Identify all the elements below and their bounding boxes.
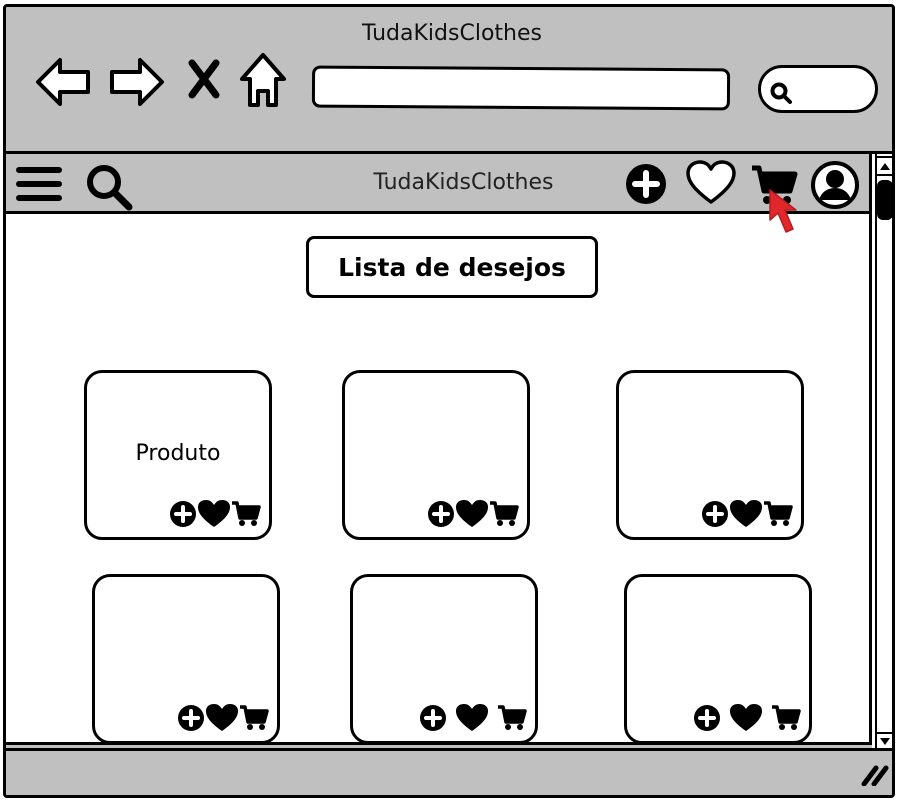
plus-circle-icon[interactable] xyxy=(169,500,197,528)
plus-circle-icon[interactable] xyxy=(419,704,447,732)
cart-icon[interactable] xyxy=(231,501,261,527)
status-bar xyxy=(6,748,892,795)
app-title: TudaKidsClothes xyxy=(373,170,554,195)
url-input[interactable] xyxy=(311,65,731,111)
product-actions xyxy=(701,499,793,529)
plus-circle-icon[interactable] xyxy=(693,704,721,732)
window-title: TudaKidsClothes xyxy=(362,21,542,46)
cart-icon[interactable] xyxy=(497,705,527,731)
arrow-right-icon xyxy=(108,55,166,109)
browser-search-field[interactable] xyxy=(758,65,878,113)
search-icon xyxy=(769,80,795,110)
product-card[interactable] xyxy=(616,370,804,540)
scroll-up-button[interactable] xyxy=(875,156,892,176)
app-search-button[interactable] xyxy=(84,162,134,212)
cart-icon[interactable] xyxy=(489,501,519,527)
product-actions xyxy=(169,499,261,529)
scroll-thumb[interactable] xyxy=(877,180,892,220)
heart-icon[interactable] xyxy=(729,499,763,529)
page-viewport: TudaKidsClothes Lista de desejos Produto xyxy=(6,151,872,745)
user-avatar-icon xyxy=(810,160,860,210)
product-label: Produto xyxy=(135,441,221,466)
close-icon xyxy=(186,59,222,99)
heart-outline-icon xyxy=(686,160,736,206)
cart-icon[interactable] xyxy=(771,705,801,731)
product-actions xyxy=(693,703,801,733)
plus-circle-icon xyxy=(624,162,668,206)
plus-circle-icon[interactable] xyxy=(177,704,205,732)
product-card[interactable] xyxy=(92,574,280,742)
product-actions xyxy=(419,703,527,733)
forward-button[interactable] xyxy=(108,55,166,109)
app-header: TudaKidsClothes xyxy=(6,154,869,214)
product-card[interactable]: Produto xyxy=(84,370,272,540)
page-heading: Lista de desejos xyxy=(306,236,598,298)
add-button[interactable] xyxy=(624,162,668,206)
product-actions xyxy=(427,499,519,529)
plus-circle-icon[interactable] xyxy=(427,500,455,528)
plus-circle-icon[interactable] xyxy=(701,500,729,528)
cart-icon[interactable] xyxy=(239,705,269,731)
vertical-scrollbar[interactable] xyxy=(872,151,892,754)
cart-icon[interactable] xyxy=(763,501,793,527)
hamburger-menu-icon xyxy=(16,164,62,204)
browser-window: TudaKidsClothes TudaKidsClothes Lista de… xyxy=(3,4,895,798)
back-button[interactable] xyxy=(34,55,92,109)
heart-icon[interactable] xyxy=(455,703,489,733)
arrow-left-icon xyxy=(34,55,92,109)
home-button[interactable] xyxy=(238,51,288,109)
chevron-down-icon xyxy=(880,738,890,745)
search-icon xyxy=(84,162,134,212)
chevron-up-icon xyxy=(880,163,890,170)
heart-icon[interactable] xyxy=(205,703,239,733)
scroll-track[interactable] xyxy=(875,154,892,754)
heart-icon[interactable] xyxy=(455,499,489,529)
profile-button[interactable] xyxy=(810,160,860,210)
mouse-cursor-icon xyxy=(766,188,802,242)
product-actions xyxy=(177,703,269,733)
menu-button[interactable] xyxy=(16,164,62,204)
heart-icon[interactable] xyxy=(197,499,231,529)
product-card[interactable] xyxy=(350,574,538,742)
heart-icon[interactable] xyxy=(729,703,763,733)
stop-button[interactable] xyxy=(186,59,222,99)
product-card[interactable] xyxy=(624,574,812,742)
product-card[interactable] xyxy=(342,370,530,540)
home-icon xyxy=(238,51,288,109)
resize-grip-icon[interactable] xyxy=(860,764,890,790)
wishlist-button[interactable] xyxy=(686,160,736,206)
